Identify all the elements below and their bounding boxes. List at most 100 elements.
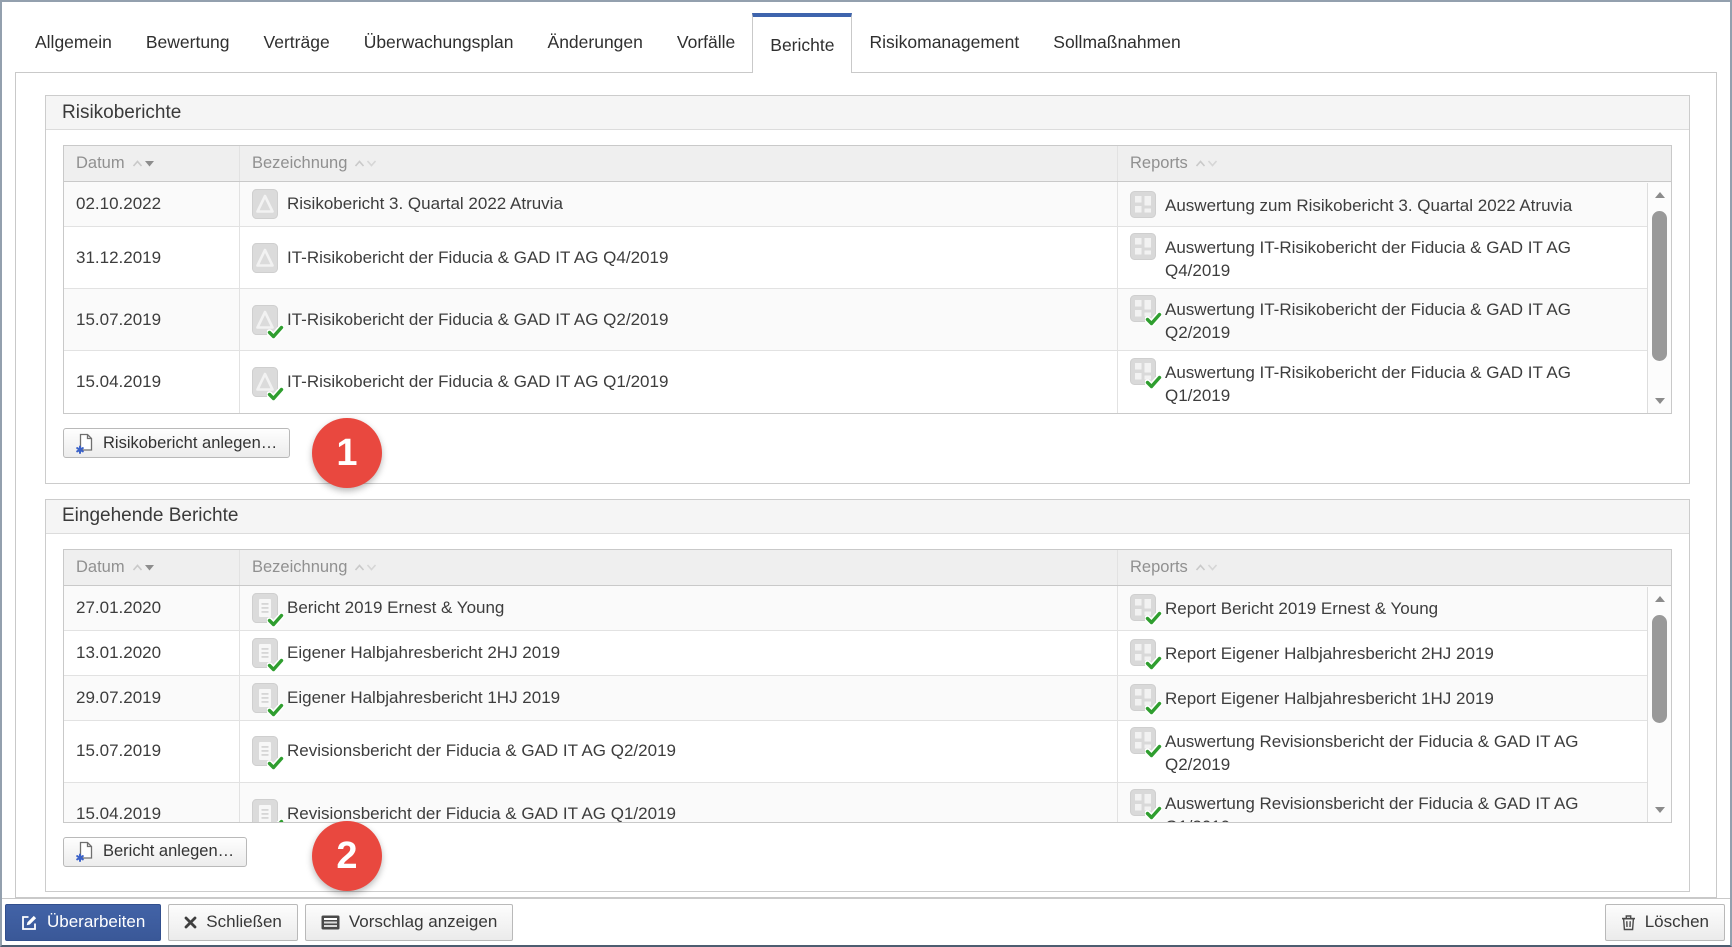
row-report: Auswertung Revisionsbericht der Fiducia … <box>1165 789 1617 822</box>
scroll-down-icon[interactable] <box>1648 397 1671 405</box>
report-document-icon <box>252 243 278 273</box>
row-date: 13.01.2020 <box>64 631 239 675</box>
scroll-down-icon[interactable] <box>1648 806 1671 814</box>
check-icon <box>1145 375 1162 390</box>
table-row[interactable]: 15.04.2019 <box>64 783 1671 822</box>
tab-vorfälle[interactable]: Vorfälle <box>660 13 752 72</box>
schliessen-button[interactable]: Schließen <box>168 904 298 941</box>
new-document-icon <box>76 841 95 862</box>
check-icon <box>1145 611 1162 626</box>
table-scrollbar[interactable] <box>1647 587 1671 822</box>
berichte-tab-panel: Risikoberichte Datum Bezeichnung <box>15 72 1717 898</box>
report-grid-icon <box>1130 727 1156 754</box>
risikoberichte-section: Risikoberichte Datum Bezeichnung <box>45 95 1690 484</box>
report-grid-icon <box>1130 789 1156 816</box>
report-document-icon <box>252 305 278 335</box>
table-row[interactable]: 29.07.2019 <box>64 676 1671 721</box>
table-row[interactable]: 15.07.2019 <box>64 289 1671 351</box>
sort-desc-icon <box>366 564 377 571</box>
ueberarbeiten-button[interactable]: Überarbeiten <box>5 904 161 941</box>
table-row[interactable]: 02.10.2022 <box>64 182 1671 227</box>
sort-asc-icon <box>1195 160 1206 167</box>
tab-allgemein[interactable]: Allgemein <box>18 13 129 72</box>
sort-desc-icon <box>1207 160 1218 167</box>
table-row[interactable]: 27.01.2020 <box>64 586 1671 631</box>
callout-badge-2: 2 <box>312 821 382 891</box>
table-header: Datum Bezeichnung <box>64 146 1671 182</box>
row-report: Auswertung IT-Risikobericht der Fiducia … <box>1165 233 1617 282</box>
close-icon <box>184 916 197 929</box>
column-header-reports[interactable]: Reports <box>1117 550 1671 585</box>
tab-berichte[interactable]: Berichte <box>752 13 852 73</box>
table-row[interactable]: 15.04.2019 <box>64 351 1671 413</box>
row-date: 29.07.2019 <box>64 676 239 720</box>
report-document-icon <box>252 638 278 668</box>
scrollbar-thumb[interactable] <box>1652 211 1667 361</box>
table-body: 27.01.2020 <box>64 586 1671 822</box>
sort-asc-icon <box>354 160 365 167</box>
row-report: Report Bericht 2019 Ernest & Young <box>1165 594 1438 620</box>
column-header-datum[interactable]: Datum <box>64 146 239 181</box>
report-grid-icon <box>1130 295 1156 322</box>
check-icon <box>1145 744 1162 759</box>
tab-änderungen[interactable]: Änderungen <box>531 13 660 72</box>
eingehende-berichte-section: Eingehende Berichte Datum Bezeichnung <box>45 499 1690 893</box>
check-icon <box>267 819 284 822</box>
list-icon <box>321 915 340 930</box>
column-header-datum[interactable]: Datum <box>64 550 239 585</box>
table-scrollbar[interactable] <box>1647 183 1671 413</box>
scrollbar-thumb[interactable] <box>1652 615 1667 723</box>
tab-überwachungsplan[interactable]: Überwachungsplan <box>347 13 531 72</box>
sort-asc-icon <box>354 564 365 571</box>
row-report: Auswertung zum Risikobericht 3. Quartal … <box>1165 191 1572 217</box>
tab-bewertung[interactable]: Bewertung <box>129 13 247 72</box>
row-date: 02.10.2022 <box>64 182 239 226</box>
row-bezeichnung: Revisionsbericht der Fiducia & GAD IT AG… <box>287 741 676 761</box>
sort-desc-icon <box>1207 564 1218 571</box>
table-row[interactable]: 31.12.2019 <box>64 227 1671 289</box>
sort-asc-icon <box>132 160 143 167</box>
row-date: 27.01.2020 <box>64 586 239 630</box>
row-report: Auswertung Revisionsbericht der Fiducia … <box>1165 727 1617 776</box>
tab-verträge[interactable]: Verträge <box>247 13 347 72</box>
loeschen-button[interactable]: Löschen <box>1605 904 1725 941</box>
scroll-up-icon[interactable] <box>1648 191 1671 199</box>
column-header-reports[interactable]: Reports <box>1117 146 1671 181</box>
report-document-icon <box>252 799 278 822</box>
report-grid-icon <box>1130 594 1156 621</box>
sort-desc-icon <box>144 160 155 167</box>
row-bezeichnung: Eigener Halbjahresbericht 2HJ 2019 <box>287 643 560 663</box>
scroll-up-icon[interactable] <box>1648 595 1671 603</box>
risikobericht-anlegen-button[interactable]: Risikobericht anlegen… <box>63 428 290 458</box>
row-report: Report Eigener Halbjahresbericht 1HJ 201… <box>1165 684 1494 710</box>
column-header-bezeichnung[interactable]: Bezeichnung <box>239 146 1117 181</box>
table-row[interactable]: 13.01.2020 <box>64 631 1671 676</box>
check-icon <box>1145 312 1162 327</box>
table-header: Datum Bezeichnung <box>64 550 1671 586</box>
section-title: Risikoberichte <box>46 96 1689 130</box>
report-grid-icon <box>1130 639 1156 666</box>
check-icon <box>267 658 284 673</box>
row-date: 15.04.2019 <box>64 351 239 413</box>
report-grid-icon <box>1130 358 1156 385</box>
check-icon <box>1145 656 1162 671</box>
column-header-bezeichnung[interactable]: Bezeichnung <box>239 550 1117 585</box>
row-bezeichnung: Eigener Halbjahresbericht 1HJ 2019 <box>287 688 560 708</box>
callout-badge-1: 1 <box>312 418 382 488</box>
check-icon <box>267 703 284 718</box>
row-date: 15.07.2019 <box>64 721 239 782</box>
tab-sollmaßnahmen[interactable]: Sollmaßnahmen <box>1036 13 1197 72</box>
row-report: Auswertung IT-Risikobericht der Fiducia … <box>1165 358 1617 407</box>
vorschlag-anzeigen-button[interactable]: Vorschlag anzeigen <box>305 904 513 941</box>
tab-risikomanagement[interactable]: Risikomanagement <box>852 13 1036 72</box>
row-date: 15.07.2019 <box>64 289 239 350</box>
trash-icon <box>1621 914 1636 931</box>
check-icon <box>267 756 284 771</box>
row-date: 31.12.2019 <box>64 227 239 288</box>
sort-asc-icon <box>132 564 143 571</box>
section-title: Eingehende Berichte <box>46 500 1689 534</box>
bericht-anlegen-button[interactable]: Bericht anlegen… <box>63 837 247 867</box>
report-grid-icon <box>1130 684 1156 711</box>
table-row[interactable]: 15.07.2019 <box>64 721 1671 783</box>
report-document-icon <box>252 189 278 219</box>
